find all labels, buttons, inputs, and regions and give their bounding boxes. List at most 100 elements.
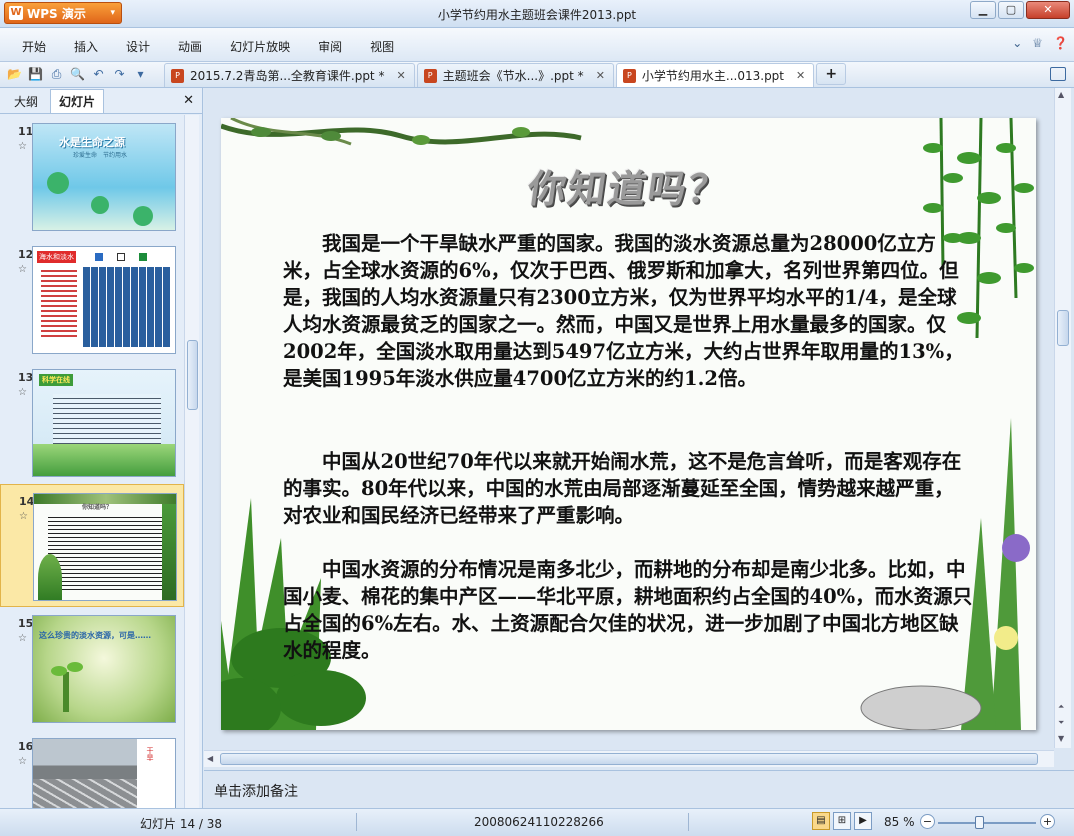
- slide-thumbnail-13[interactable]: 13 ☆ 科学在线: [0, 361, 184, 484]
- slide-editor: 你知道吗？ 我国是一个干旱缺水严重的国家。我国的淡水资源总量为28000亿立方米…: [204, 88, 1074, 770]
- ppt-file-icon: P: [171, 68, 184, 83]
- thumbnail-title: 水是生命之源: [59, 136, 125, 149]
- menu-review[interactable]: 审阅: [304, 38, 356, 55]
- skin-icon[interactable]: ♕: [1032, 36, 1043, 50]
- animation-star-icon: ☆: [18, 387, 27, 398]
- menu-bar: 开始 插入 设计 动画 幻灯片放映 审阅 视图 ⌄ ♕ ❓: [0, 28, 1074, 62]
- print-preview-icon[interactable]: 🔍: [69, 66, 86, 83]
- leaf-icon: [51, 666, 67, 676]
- window-layout-icon[interactable]: [1050, 67, 1066, 81]
- doc-tab[interactable]: P 主题班会《节水...》.ppt * ✕: [416, 63, 614, 87]
- current-slide[interactable]: 你知道吗？ 我国是一个干旱缺水严重的国家。我国的淡水资源总量为28000亿立方米…: [221, 118, 1036, 730]
- ppt-file-icon: P: [423, 68, 437, 83]
- menu-animation[interactable]: 动画: [164, 38, 216, 55]
- menu-home[interactable]: 开始: [8, 38, 60, 55]
- help-icon[interactable]: ❓: [1053, 36, 1068, 50]
- customize-toolbar-icon[interactable]: ▾: [132, 66, 149, 83]
- menu-slideshow[interactable]: 幻灯片放映: [216, 38, 304, 55]
- redo-icon[interactable]: ↷: [111, 66, 128, 83]
- thumbnail-label: 这么珍贵的淡水资源，可是……: [39, 631, 151, 640]
- zoom-slider-handle[interactable]: [975, 816, 984, 829]
- tab-outline[interactable]: 大纲: [6, 90, 46, 113]
- slide-vertical-scrollbar[interactable]: ▲ ⏶ ⏷ ▼: [1054, 88, 1071, 748]
- slide-paragraph[interactable]: 我国是一个干旱缺水严重的国家。我国的淡水资源总量为28000亿立方米，占全球水资…: [283, 230, 973, 392]
- save-icon[interactable]: 💾: [27, 66, 44, 83]
- status-divider: [688, 813, 689, 831]
- slide-thumbnail-16[interactable]: 16 ☆ 干旱: [0, 730, 184, 808]
- status-divider: [356, 813, 357, 831]
- notes-pane[interactable]: 单击添加备注: [204, 770, 1074, 808]
- scrollbar-thumb[interactable]: [220, 753, 1038, 765]
- thumbnail-image: 海水和淡水: [32, 246, 176, 354]
- scrollbar-thumb[interactable]: [187, 340, 198, 410]
- zoom-slider-track[interactable]: [938, 822, 1036, 824]
- water-drop-icon: [133, 206, 153, 226]
- notes-placeholder[interactable]: 单击添加备注: [214, 781, 298, 801]
- close-panel-icon[interactable]: ✕: [183, 93, 194, 108]
- menu-view[interactable]: 视图: [356, 38, 408, 55]
- thumbnail-label: 科学在线: [39, 374, 73, 386]
- normal-view-icon[interactable]: ▤: [812, 812, 830, 830]
- tab-slides[interactable]: 幻灯片: [50, 89, 105, 113]
- leaf-icon: [67, 662, 83, 672]
- wps-app-menu-button[interactable]: W WPS 演示 ▾: [4, 2, 122, 24]
- close-tab-icon[interactable]: ✕: [596, 69, 605, 82]
- close-tab-icon[interactable]: ✕: [396, 69, 405, 82]
- legend-swatch: [139, 253, 147, 261]
- cracked-ground-image: [33, 779, 137, 808]
- thumbnail-label: 海水和淡水: [37, 251, 76, 263]
- quick-access-toolbar: 📂 💾 ⎙ 🔍 ↶ ↷ ▾ P 2015.7.2青岛第...全教育课件.ppt …: [0, 62, 1074, 88]
- slide-paragraph[interactable]: 中国水资源的分布情况是南多北少，而耕地的分布却是南少北多。比如，中国小麦、棉花的…: [283, 556, 973, 664]
- menu-insert[interactable]: 插入: [60, 38, 112, 55]
- doc-tab-label: 2015.7.2青岛第...全教育课件.ppt *: [190, 69, 385, 83]
- plant-decoration: [38, 554, 62, 600]
- zoom-out-icon[interactable]: −: [920, 814, 935, 829]
- scroll-up-icon[interactable]: ▲: [1058, 90, 1064, 99]
- plant-decoration: [162, 504, 176, 600]
- prev-slide-icon[interactable]: ⏶: [1058, 702, 1064, 712]
- status-bar: 幻灯片 14 / 38 20080624110228266 ▤ ⊞ ▶ 85 %…: [0, 808, 1074, 836]
- next-slide-icon[interactable]: ⏷: [1058, 718, 1064, 728]
- minimize-button[interactable]: ▁: [970, 1, 996, 19]
- slideshow-view-icon[interactable]: ▶: [854, 812, 872, 830]
- thumbnail-label: 你知道吗？: [82, 504, 113, 511]
- water-drop-icon: [91, 196, 109, 214]
- zoom-in-icon[interactable]: +: [1040, 814, 1055, 829]
- slide-sorter-view-icon[interactable]: ⊞: [833, 812, 851, 830]
- slide-counter: 幻灯片 14 / 38: [140, 817, 223, 831]
- new-tab-button[interactable]: +: [816, 63, 847, 85]
- thumbnail-scrollbar[interactable]: [184, 115, 199, 808]
- undo-icon[interactable]: ↶: [90, 66, 107, 83]
- slide-thumbnail-12[interactable]: 12 ☆ 海水和淡水: [0, 238, 184, 361]
- animation-star-icon: ☆: [18, 633, 27, 644]
- app-button-label: WPS 演示: [27, 6, 86, 21]
- slide-title[interactable]: 你知道吗？: [221, 158, 1036, 213]
- slide-thumbnail-15[interactable]: 15 ☆ 这么珍贵的淡水资源，可是……: [0, 607, 184, 730]
- thumbnail-image: 这么珍贵的淡水资源，可是……: [32, 615, 176, 723]
- slide-paragraph[interactable]: 中国从20世纪70年代以来就开始闹水荒，这不是危言耸听，而是客观存在的事实。80…: [283, 448, 973, 529]
- open-icon[interactable]: 📂: [6, 66, 23, 83]
- scroll-left-icon[interactable]: ◀: [207, 754, 213, 763]
- legend-swatch: [117, 253, 125, 261]
- thumbnail-subtitle: 珍爱生命 节约用水: [73, 152, 128, 159]
- zoom-level: 85 %: [884, 815, 915, 829]
- scrollbar-thumb[interactable]: [1057, 310, 1069, 346]
- wps-logo-icon: W: [9, 6, 23, 20]
- doc-tab[interactable]: P 2015.7.2青岛第...全教育课件.ppt * ✕: [164, 63, 415, 87]
- menu-design[interactable]: 设计: [112, 38, 164, 55]
- thumbnail-text-block: [48, 514, 166, 592]
- thumbnail-side-panel: [137, 739, 175, 808]
- close-tab-icon[interactable]: ✕: [796, 69, 805, 82]
- thumbnail-image: 科学在线: [32, 369, 176, 477]
- maximize-button[interactable]: ▢: [998, 1, 1024, 19]
- thumbnail-image: 干旱: [32, 738, 176, 808]
- doc-tab-active[interactable]: P 小学节约用水主...013.ppt ✕: [615, 63, 815, 87]
- collapse-ribbon-icon[interactable]: ⌄: [1012, 36, 1022, 50]
- print-icon[interactable]: ⎙: [48, 66, 65, 83]
- scroll-down-icon[interactable]: ▼: [1058, 734, 1064, 743]
- slide-thumbnail-11[interactable]: 11 ☆ 水是生命之源 珍爱生命 节约用水: [0, 115, 184, 238]
- animation-star-icon: ☆: [18, 756, 27, 767]
- close-button[interactable]: ✕: [1026, 1, 1070, 19]
- slide-horizontal-scrollbar[interactable]: ◀: [204, 750, 1054, 767]
- slide-thumbnail-14[interactable]: 14 ☆ 你知道吗？: [0, 484, 184, 607]
